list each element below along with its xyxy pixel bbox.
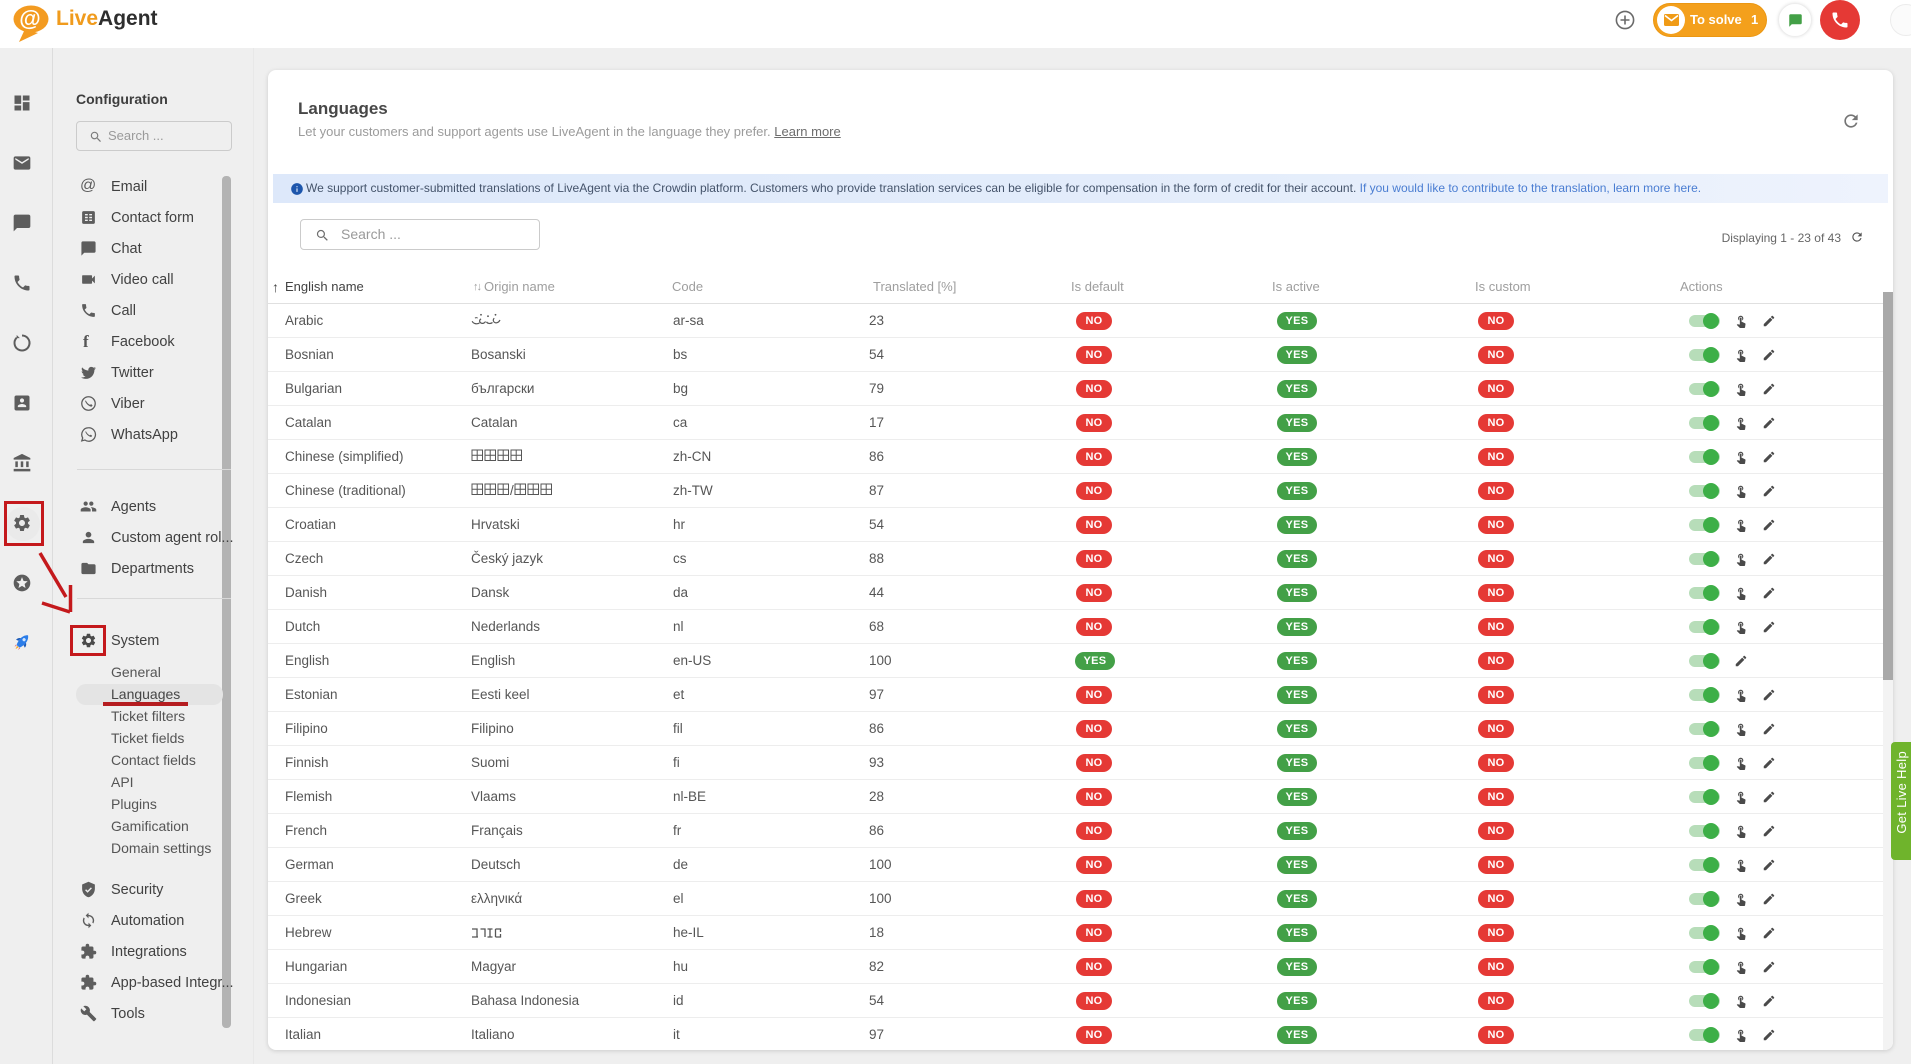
svg-text:@: @ <box>19 6 40 31</box>
